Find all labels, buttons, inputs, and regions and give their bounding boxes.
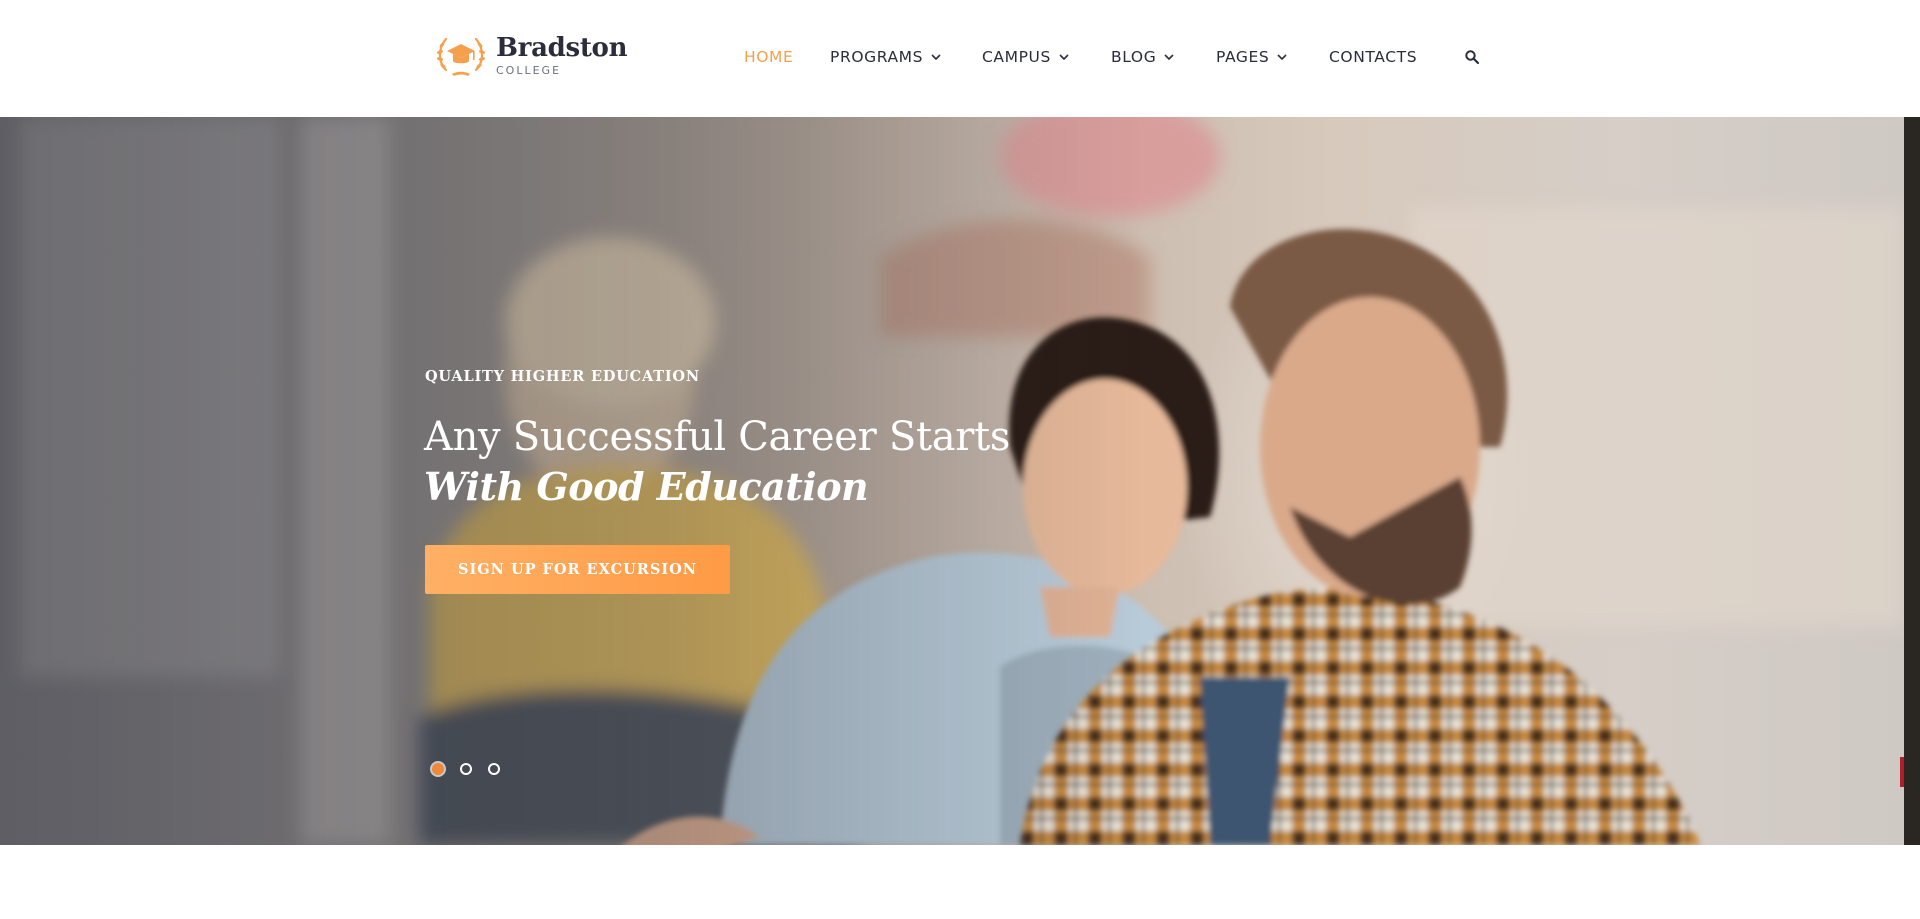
hero-slider xyxy=(0,117,1904,845)
nav-item-label: BLOG xyxy=(1111,48,1157,66)
nav-item-contacts[interactable]: CONTACTS xyxy=(1329,48,1417,66)
chevron-down-icon xyxy=(931,54,941,61)
chevron-down-icon xyxy=(1164,54,1174,61)
site-header: Bradston COLLEGE HOME PROGRAMS CAMPUS BL… xyxy=(0,0,1920,117)
slider-dot-1[interactable] xyxy=(432,763,444,775)
chevron-down-icon xyxy=(1277,54,1287,61)
hero-edge-strip xyxy=(1904,117,1920,845)
slider-dot-2[interactable] xyxy=(460,763,472,775)
nav-item-label: CAMPUS xyxy=(982,48,1051,66)
slider-dot-3[interactable] xyxy=(488,763,500,775)
hero-eyebrow: QUALITY HIGHER EDUCATION xyxy=(425,368,700,385)
chevron-down-icon xyxy=(1059,54,1069,61)
nav-item-label: CONTACTS xyxy=(1329,48,1418,66)
sign-up-excursion-button[interactable]: SIGN UP FOR EXCURSION xyxy=(425,545,730,594)
hero-overlay xyxy=(0,117,1904,845)
nav-item-campus[interactable]: CAMPUS xyxy=(982,48,1069,66)
nav-item-label: HOME xyxy=(744,48,794,66)
slider-pagination xyxy=(432,763,500,775)
nav-item-programs[interactable]: PROGRAMS xyxy=(830,48,941,66)
hero-headline-line1: Any Successful Career Starts xyxy=(424,414,1011,460)
nav-item-pages[interactable]: PAGES xyxy=(1216,48,1287,66)
nav-item-home[interactable]: HOME xyxy=(744,48,793,66)
nav-item-label: PAGES xyxy=(1216,48,1270,66)
search-icon[interactable] xyxy=(1464,49,1480,65)
nav-item-label: PROGRAMS xyxy=(830,48,924,66)
main-nav: HOME PROGRAMS CAMPUS BLOG PAGES CONTACTS xyxy=(0,0,1920,117)
nav-item-blog[interactable]: BLOG xyxy=(1111,48,1174,66)
hero-headline-line2: With Good Education xyxy=(424,464,869,509)
